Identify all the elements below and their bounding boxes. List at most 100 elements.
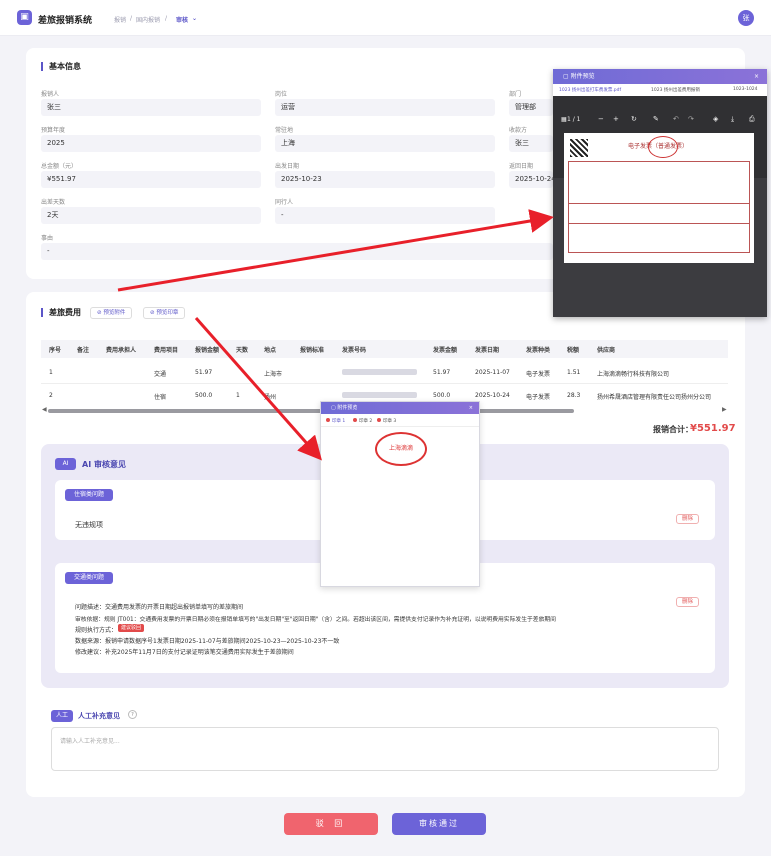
delete-lodging-button[interactable]: 删除: [676, 514, 700, 524]
seal-image: 上海滴滴: [375, 432, 427, 466]
panel-tabs: 1023 扬州出差打车费发票.pdf 1023 扬州出差费用报销 1023-10…: [553, 84, 767, 96]
column-header: 发票日期: [475, 347, 500, 354]
suggest-reject-badge: 建议驳回: [118, 624, 145, 632]
tab-attachment-1[interactable]: 1023 扬州出差打车费发票.pdf: [559, 87, 621, 93]
depart-date-field: 2025-10-23: [275, 171, 495, 188]
trip-days-field: 2天: [41, 207, 261, 224]
breadcrumb-current[interactable]: 审核: [176, 15, 188, 24]
zoom-out-icon[interactable]: −: [598, 115, 604, 123]
manual-title: 人工补充意见: [78, 712, 120, 720]
preview-attachment-button[interactable]: ⊘ 预览附件: [90, 307, 133, 319]
invoice-number-redacted: [342, 392, 417, 398]
rule-execution-label: 规则执行方式：: [75, 627, 118, 634]
sidebar-toggle-icon[interactable]: ▦: [561, 116, 567, 123]
cell-invoice-type: 电子发票: [526, 371, 551, 378]
qr-code-icon: [570, 139, 588, 157]
ai-badge: AI: [55, 458, 76, 470]
column-header: 供应商: [597, 347, 616, 354]
column-header: 序号: [49, 347, 62, 354]
column-header: 天数: [236, 347, 249, 354]
data-source: 数据来源：报销申请数据序号1发票日期2025-11-07与差旅期间2025-10…: [75, 638, 340, 645]
redo-icon[interactable]: ↷: [688, 115, 694, 123]
column-header: 发票金额: [433, 347, 458, 354]
invoice-divider: [568, 203, 750, 204]
annotate-icon[interactable]: ✎: [653, 115, 659, 123]
invoice-number-redacted: [342, 369, 417, 375]
breadcrumb-reimburse[interactable]: 报销: [114, 15, 126, 24]
field-label: 出发日期: [275, 163, 300, 170]
position-field: 运营: [275, 99, 495, 116]
table-horizontal-scrollbar[interactable]: [48, 409, 574, 413]
scroll-right-icon[interactable]: ▶: [722, 406, 727, 413]
ai-review-title: AI 审核意见: [82, 460, 126, 469]
cell-no: 1: [49, 369, 53, 376]
preview-attachment-label: 预览附件: [103, 310, 126, 316]
tab-attachment-3[interactable]: 1023-1024: [733, 87, 758, 92]
close-icon[interactable]: ×: [754, 69, 759, 84]
review-basis: 审核依据：规则 JT001：交通费用发票的开票日期必须在报销单填写的"出发日期"…: [75, 617, 556, 623]
rotate-icon[interactable]: ↻: [631, 115, 637, 123]
cell-supplier: 扬州希晟酒店管理有限责任公司扬州分公司: [597, 394, 712, 401]
return-date-field: 2025-10-24: [509, 171, 553, 188]
tab-seal-2[interactable]: 印章 2: [353, 418, 372, 424]
seal-dot-icon: [353, 418, 357, 422]
approve-button[interactable]: 审核通过: [392, 813, 486, 835]
help-icon[interactable]: ?: [128, 710, 137, 719]
print-icon[interactable]: ⎙: [749, 115, 755, 124]
breadcrumb-domestic[interactable]: 国内报销: [136, 15, 160, 24]
field-label: 收款方: [509, 127, 528, 134]
column-header: 费用承担人: [106, 347, 137, 354]
tab-seal-3[interactable]: 印章 3: [377, 418, 396, 424]
cell-supplier: 上海滴滴畅行科技有限公司: [597, 371, 670, 378]
expenses-title: 差旅费用: [41, 308, 81, 317]
manual-badge: 人工: [51, 710, 73, 722]
tab-seal-1[interactable]: 印章 1: [326, 418, 345, 424]
basic-info-title: 基本信息: [41, 62, 81, 71]
popup-header: ▢ 附件预览 ×: [321, 402, 479, 414]
cell-item: 住宿: [154, 394, 167, 401]
highlight-icon[interactable]: ◈: [713, 115, 718, 123]
app-title: 差旅报销系统: [38, 16, 93, 26]
field-label: 总金额（元）: [41, 163, 78, 170]
row-divider: [41, 383, 728, 384]
tab-attachment-2[interactable]: 1023 扬州出差费用报销: [651, 87, 700, 93]
column-header: 报销标准: [300, 347, 325, 354]
cell-place: 扬州: [264, 394, 277, 401]
panel-title: 附件预览: [570, 73, 595, 80]
preview-seal-button[interactable]: ⊘ 预览印章: [143, 307, 186, 319]
chevron-down-icon[interactable]: ⌄: [192, 15, 197, 22]
field-label: 岗位: [275, 91, 288, 98]
delete-transport-button[interactable]: 删除: [676, 597, 700, 607]
avatar[interactable]: 张: [738, 10, 754, 26]
breadcrumb-separator: /: [130, 15, 133, 22]
preview-seal-label: 预览印章: [156, 310, 179, 316]
reimburser-field: 张三: [41, 99, 261, 116]
download-icon[interactable]: ⤓: [731, 115, 734, 124]
modification-suggestion: 修改建议：补充2025年11月7日的支付记录证明该笔交通费用实际发生于差旅期间: [75, 649, 294, 656]
budget-year-field: 2025: [41, 135, 261, 152]
document-icon: ▢: [563, 73, 571, 80]
field-label: 同行人: [275, 199, 294, 206]
purpose-field: -: [41, 243, 553, 260]
page-indicator[interactable]: 1 / 1: [567, 116, 580, 123]
cell-amount: 500.0: [195, 392, 213, 399]
field-label: 返回日期: [509, 163, 534, 170]
seal-preview-popup: ▢ 附件预览 × 印章 1 印章 2 印章 3 上海滴滴: [320, 401, 480, 587]
reject-button[interactable]: 驳 回: [284, 813, 378, 835]
cell-invoice-amount: 500.0: [433, 392, 451, 399]
undo-icon[interactable]: ↶: [673, 115, 679, 123]
field-label: 常驻地: [275, 127, 294, 134]
zoom-in-icon[interactable]: +: [613, 115, 619, 123]
cell-days: 1: [236, 392, 240, 399]
field-label: 部门: [509, 91, 522, 98]
close-icon[interactable]: ×: [469, 402, 473, 414]
column-header: 地点: [264, 347, 277, 354]
invoice-divider: [568, 223, 750, 224]
manual-opinion-input[interactable]: 请输入人工补充意见...: [51, 727, 719, 771]
field-label: 报销人: [41, 91, 60, 98]
scroll-left-icon[interactable]: ◀: [42, 406, 47, 413]
cell-tax: 1.51: [567, 369, 581, 376]
field-label: 预算年度: [41, 127, 66, 134]
tab-seal-2-label: 印章 2: [359, 419, 373, 424]
panel-header: ▢ 附件预览 ×: [553, 69, 767, 84]
